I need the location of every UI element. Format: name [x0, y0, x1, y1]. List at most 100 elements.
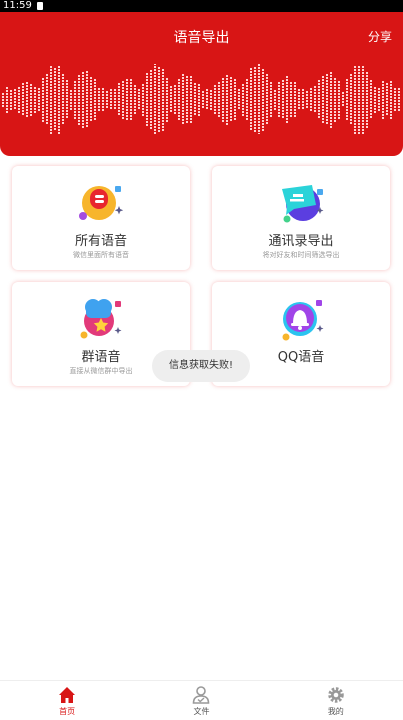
- wave-dot: [226, 111, 228, 113]
- wave-dot: [234, 97, 236, 99]
- wave-dot: [182, 107, 184, 109]
- wave-dot: [74, 96, 76, 98]
- wave-dot: [206, 89, 208, 91]
- wave-dot: [230, 101, 232, 103]
- wave-dot: [194, 98, 196, 100]
- wave-dot: [134, 97, 136, 99]
- wave-dot: [142, 105, 144, 107]
- wave-dot: [318, 113, 320, 115]
- wave-dot: [218, 103, 220, 105]
- wave-dot: [238, 92, 240, 94]
- wave-dot: [186, 109, 188, 111]
- wave-dot: [318, 116, 320, 118]
- card-contacts-export[interactable]: 通讯录导出 将对好友和时间筛选导出: [212, 166, 390, 270]
- toast-message: 信息获取失败!: [152, 350, 250, 382]
- wave-dot: [350, 110, 352, 112]
- nav-item-mine[interactable]: 我的: [269, 681, 403, 720]
- wave-dot: [30, 90, 32, 92]
- share-button[interactable]: 分享: [368, 28, 392, 45]
- wave-dot: [90, 92, 92, 94]
- wave-dot: [154, 72, 156, 74]
- wave-dot: [138, 95, 140, 97]
- wave-dot: [358, 81, 360, 83]
- wave-dot: [250, 86, 252, 88]
- wave-dot: [226, 96, 228, 98]
- wave-dot: [394, 103, 396, 105]
- wave-dot: [230, 113, 232, 115]
- wave-dot: [98, 88, 100, 90]
- wave-dot: [230, 95, 232, 97]
- wave-dot: [182, 74, 184, 76]
- wave-dot: [18, 90, 20, 92]
- wave-dot: [286, 94, 288, 96]
- wave-dot: [122, 96, 124, 98]
- wave-dot: [34, 87, 36, 89]
- wave-dot: [194, 101, 196, 103]
- wave-dot: [366, 114, 368, 116]
- wave-dot: [158, 103, 160, 105]
- wave-dot: [254, 67, 256, 69]
- wave-dot: [106, 94, 108, 96]
- wave-dot: [226, 102, 228, 104]
- wave-dot: [166, 78, 168, 80]
- wave-dot: [166, 105, 168, 107]
- wave-dot: [46, 92, 48, 94]
- wave-dot: [326, 104, 328, 106]
- wave-dot: [254, 130, 256, 132]
- wave-dot: [266, 83, 268, 85]
- wave-dot: [174, 91, 176, 93]
- wave-dot: [266, 95, 268, 97]
- wave-dot: [90, 119, 92, 121]
- wave-dot: [26, 91, 28, 93]
- wave-dot: [246, 118, 248, 120]
- wave-dot: [354, 90, 356, 92]
- wave-dot: [362, 87, 364, 89]
- wave-dot: [310, 103, 312, 105]
- wave-dot: [166, 87, 168, 89]
- wave-dot: [350, 80, 352, 82]
- wave-dot: [86, 92, 88, 94]
- chat-bubble-icon: [282, 185, 324, 223]
- wave-dot: [190, 106, 192, 108]
- wave-dot: [354, 132, 356, 134]
- wave-dot: [94, 91, 96, 93]
- wave-dot: [330, 114, 332, 116]
- wave-dot: [346, 88, 348, 90]
- wave-dot: [342, 92, 344, 94]
- wave-dot: [114, 89, 116, 91]
- wave-dot: [58, 120, 60, 122]
- wave-dot: [162, 72, 164, 74]
- wave-dot: [354, 120, 356, 122]
- wave-dot: [354, 111, 356, 113]
- nav-item-home[interactable]: 首页: [0, 681, 134, 720]
- wave-dot: [218, 106, 220, 108]
- wave-dot: [54, 98, 56, 100]
- wave-dot: [86, 77, 88, 79]
- wave-dot: [194, 92, 196, 94]
- wave-dot: [34, 90, 36, 92]
- nav-item-files[interactable]: 文件: [134, 681, 268, 720]
- wave-dot: [346, 106, 348, 108]
- wave-dot: [90, 86, 92, 88]
- wave-dot: [74, 84, 76, 86]
- wave-dot: [366, 111, 368, 113]
- wave-dot: [338, 93, 340, 95]
- wave-dot: [306, 94, 308, 96]
- wave-dot: [298, 104, 300, 106]
- card-all-voices[interactable]: 所有语音 微信里面所有语音: [12, 166, 190, 270]
- wave-dot: [102, 103, 104, 105]
- wave-dot: [262, 111, 264, 113]
- wave-dot: [178, 115, 180, 117]
- wave-dot: [54, 71, 56, 73]
- wave-dot: [42, 87, 44, 89]
- wave-dot: [354, 93, 356, 95]
- wave-dot: [354, 114, 356, 116]
- wave-dot: [190, 112, 192, 114]
- wave-dot: [142, 84, 144, 86]
- wave-dot: [206, 95, 208, 97]
- wave-dot: [190, 94, 192, 96]
- wave-dot: [10, 96, 12, 98]
- wave-dot: [154, 120, 156, 122]
- wave-dot: [174, 109, 176, 111]
- wave-dot: [330, 126, 332, 128]
